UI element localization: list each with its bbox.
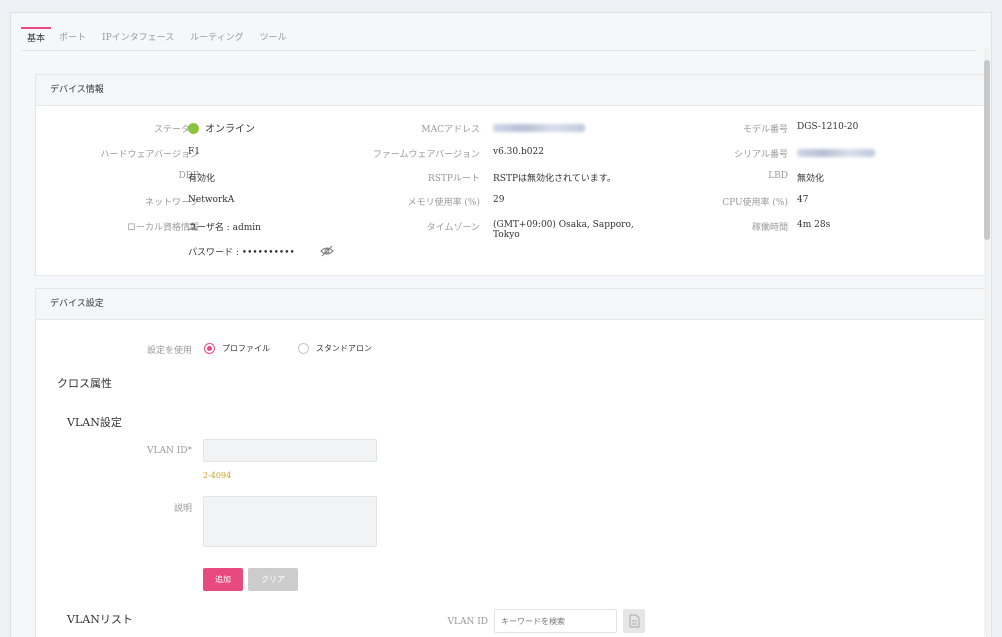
standalone-radio[interactable] — [298, 343, 309, 354]
model-number-value: DGS-1210-20 — [797, 122, 859, 132]
tab-ports[interactable]: ポート — [51, 27, 94, 49]
serial-number-redacted — [797, 149, 875, 157]
eye-hidden-icon[interactable] — [320, 242, 334, 257]
profile-radio-label: プロファイル — [222, 344, 270, 353]
standalone-radio-label: スタンドアロン — [316, 344, 372, 353]
vlan-search-input[interactable] — [494, 609, 617, 633]
memory-usage-value: 29 — [493, 195, 505, 205]
profile-radio[interactable] — [204, 343, 215, 354]
mac-address-label: MACアドレス — [421, 125, 480, 135]
vlan-settings-heading: VLAN設定 — [67, 416, 122, 429]
tab-basic[interactable]: 基本 — [21, 27, 52, 49]
memory-usage-label: メモリ使用率 (%) — [407, 198, 480, 208]
scrollbar-thumb[interactable] — [984, 60, 990, 240]
mac-address-redacted — [493, 124, 585, 132]
description-textarea[interactable] — [203, 496, 377, 547]
online-status-icon — [188, 123, 199, 134]
vlan-id-input[interactable] — [203, 439, 377, 462]
timezone-value: (GMT+09:00) Osaka, Sapporo, Tokyo — [493, 220, 634, 240]
serial-number-label: シリアル番号 — [734, 150, 788, 160]
lbd-value: 無効化 — [797, 174, 825, 184]
hardware-version-value: F1 — [188, 147, 200, 157]
tab-tools[interactable]: ツール — [252, 27, 295, 49]
device-info-title: デバイス情報 — [36, 75, 986, 106]
hardware-version-label: ハードウェアバージョン — [100, 150, 199, 160]
vlan-list-heading: VLANリスト — [67, 613, 133, 626]
model-number-label: モデル番号 — [742, 125, 788, 135]
cross-attribute-heading: クロス属性 — [57, 377, 112, 390]
cpu-usage-label: CPU使用率 (%) — [722, 198, 788, 208]
vlan-id-range-hint: 2-4094 — [203, 471, 232, 480]
username-value: ユーザ名 : admin — [188, 223, 261, 233]
password-value: パスワード : •••••••••• — [188, 248, 295, 258]
add-button[interactable]: 追加 — [203, 568, 243, 591]
tab-routing[interactable]: ルーティング — [182, 27, 251, 49]
device-settings-card: デバイス設定 設定を使用 プロファイル スタンドアロン クロス属性 VLAN設定… — [35, 288, 987, 637]
vlan-id-search-label: VLAN ID — [447, 617, 488, 627]
status-value: オンライン — [188, 120, 255, 135]
firmware-version-label: ファームウェアバージョン — [372, 150, 480, 160]
cpu-usage-value: 47 — [797, 195, 809, 205]
uptime-value: 4m 28s — [797, 220, 831, 230]
rstp-root-value: RSTPは無効化されています。 — [493, 174, 616, 184]
ddp-value: 有効化 — [188, 174, 216, 184]
use-settings-label: 設定を使用 — [146, 346, 192, 356]
tab-divider — [21, 50, 977, 51]
uptime-label: 稼働時間 — [751, 223, 788, 233]
main-panel: 基本 ポート IPインタフェース ルーティング ツール デバイス情報 ステータス… — [10, 12, 992, 637]
device-settings-title: デバイス設定 — [36, 289, 986, 320]
tab-ip-interface[interactable]: IPインタフェース — [94, 27, 182, 49]
clear-button[interactable]: クリア — [248, 568, 298, 591]
document-icon — [629, 614, 640, 628]
device-info-card: デバイス情報 ステータス オンライン ハードウェアバージョン F1 DDP 有効… — [35, 74, 987, 276]
vlan-id-label: VLAN ID* — [147, 446, 192, 456]
lbd-label: LBD — [768, 171, 788, 181]
tab-bar: 基本 ポート IPインタフェース ルーティング ツール — [21, 27, 295, 49]
firmware-version-value: v6.30.b022 — [493, 147, 544, 157]
rstp-root-label: RSTPルート — [427, 174, 480, 184]
network-value: NetworkA — [188, 195, 235, 205]
export-button[interactable] — [623, 609, 645, 633]
description-label: 説明 — [173, 504, 192, 514]
timezone-label: タイムゾーン — [426, 223, 480, 233]
